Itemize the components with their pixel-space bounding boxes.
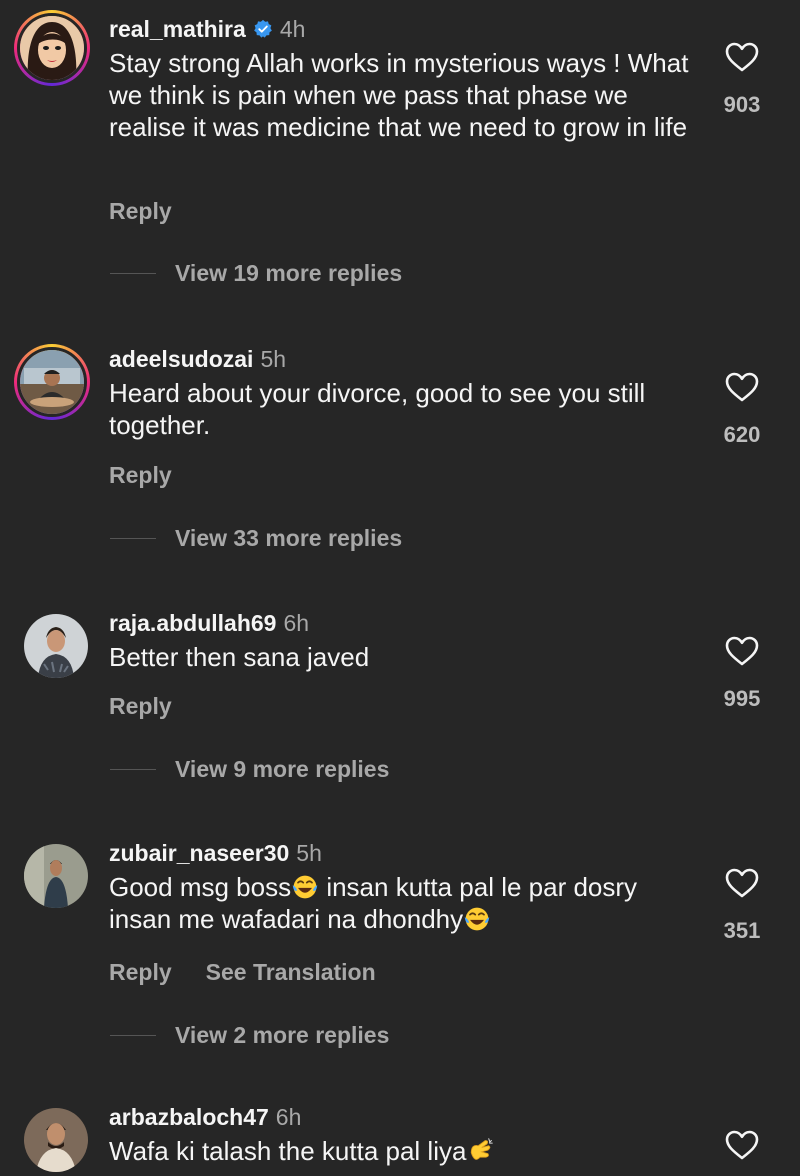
like-area: 995 [712,636,772,712]
comment-item: real_mathira 4h Stay strong Allah works … [0,10,800,304]
woman-avatar-icon [20,16,84,80]
comment-header: raja.abdullah69 6h [109,608,309,638]
comment-text: Stay strong Allah works in mysterious wa… [109,48,689,142]
comment-item: zubair_naseer30 5h Good msg boss insan k… [0,838,800,1063]
replies-divider [110,273,156,274]
avatar[interactable] [24,844,88,908]
like-area [712,1130,772,1160]
avatar[interactable] [24,614,88,678]
replies-divider [110,769,156,770]
username[interactable]: raja.abdullah69 [109,610,276,637]
man-avatar-icon [24,1108,88,1172]
comment-text: Wafa ki talash the kutta pal liya [109,1135,699,1167]
reply-button[interactable]: Reply [109,198,172,225]
comment-text: Heard about your divorce, good to see yo… [109,378,646,440]
tears-of-joy-emoji-icon [292,875,318,899]
man-avatar-icon [24,614,88,678]
like-area: 620 [712,372,772,448]
view-replies-label: View 9 more replies [175,756,390,782]
comment-text: Good msg boss insan kutta pal le par dos… [109,871,669,935]
comment-header: adeelsudozai 5h [109,344,286,374]
reply-button[interactable]: Reply [109,462,172,489]
view-replies-button[interactable]: View 9 more replies [110,756,389,783]
username[interactable]: real_mathira [109,16,246,43]
man-avatar-icon [20,350,84,414]
heart-icon[interactable] [725,372,759,402]
comment-header: arbazbaloch47 6h [109,1102,301,1132]
like-count: 351 [723,918,761,943]
view-replies-button[interactable]: View 2 more replies [110,1022,389,1049]
comment-actions: Reply [109,693,172,720]
like-area: 351 [712,868,772,944]
comment-text-part: Wafa ki talash the kutta pal liya [109,1136,467,1166]
timestamp: 5h [260,345,287,372]
view-replies-label: View 2 more replies [175,1022,390,1048]
comment-text-part: Good msg boss [109,872,292,902]
comment-item: adeelsudozai 5h Heard about your divorce… [0,344,800,564]
timestamp: 5h [296,839,322,866]
like-count: 620 [723,422,761,447]
verified-badge-icon [253,19,272,38]
view-replies-label: View 19 more replies [175,260,403,286]
clapping-hands-emoji-icon [471,1138,494,1160]
heart-icon[interactable] [725,42,759,72]
man-avatar-icon [24,844,88,908]
like-count: 995 [723,686,761,711]
like-area: 903 [712,42,772,118]
see-translation-button[interactable]: See Translation [206,959,376,986]
replies-divider [110,1035,156,1036]
username[interactable]: zubair_naseer30 [109,840,289,867]
reply-button[interactable]: Reply [109,693,172,720]
tears-of-joy-emoji-icon [464,907,490,931]
like-count: 903 [723,92,761,117]
reply-button[interactable]: Reply [109,959,172,986]
comment-actions: Reply See Translation [109,959,376,986]
view-replies-button[interactable]: View 19 more replies [110,260,402,287]
username[interactable]: arbazbaloch47 [109,1104,269,1131]
comment-item: arbazbaloch47 6h Wafa ki talash the kutt… [0,1102,800,1176]
heart-icon[interactable] [725,636,759,666]
timestamp: 4h [279,15,306,42]
replies-divider [110,538,156,539]
view-replies-label: View 33 more replies [175,525,403,551]
heart-icon[interactable] [725,1130,759,1160]
comment-item: raja.abdullah69 6h Better then sana jave… [0,608,800,798]
avatar[interactable] [24,1108,88,1172]
username[interactable]: adeelsudozai [109,346,253,373]
comment-text: Better then sana javed [109,642,370,672]
heart-icon[interactable] [725,868,759,898]
avatar[interactable] [14,344,90,420]
comment-actions: Reply [109,198,172,225]
view-replies-button[interactable]: View 33 more replies [110,525,402,552]
timestamp: 6h [283,609,310,636]
comment-header: zubair_naseer30 5h [109,838,322,868]
avatar[interactable] [14,10,90,86]
comment-header: real_mathira 4h [109,14,305,44]
comment-actions: Reply [109,462,172,489]
timestamp: 6h [275,1103,302,1130]
